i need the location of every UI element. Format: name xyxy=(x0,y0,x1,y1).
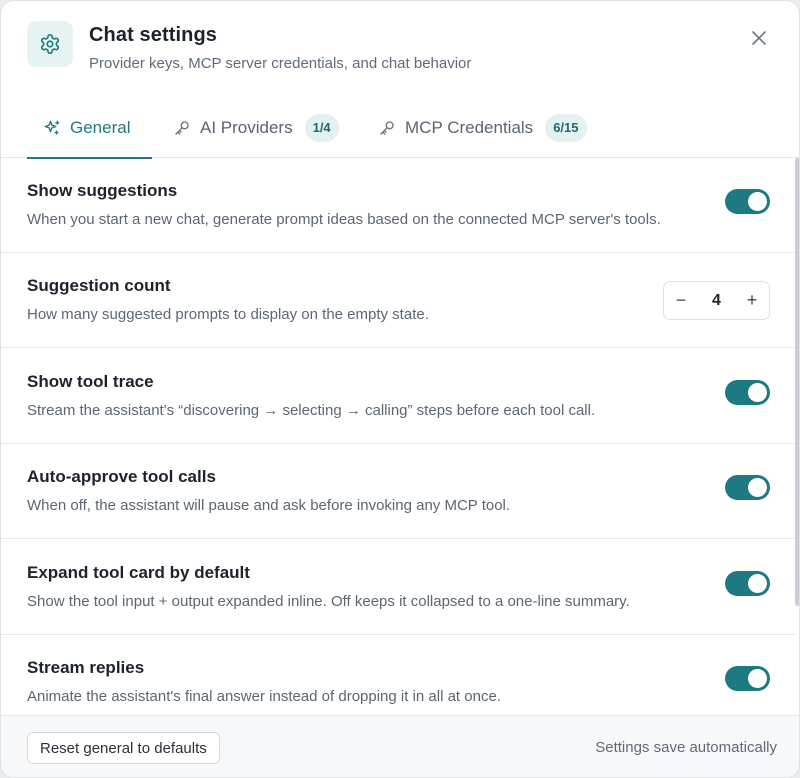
tab-ai-providers[interactable]: AI Providers 1/4 xyxy=(173,97,339,158)
dialog-footer: Reset general to defaults Settings save … xyxy=(1,715,799,777)
settings-tabs: General AI Providers 1/4 MCP Credentials… xyxy=(1,97,799,159)
setting-show-tool-trace: Show tool trace Stream the assistant's “… xyxy=(1,349,795,444)
setting-title: Auto-approve tool calls xyxy=(27,467,216,486)
dialog-header: Chat settings Provider keys, MCP server … xyxy=(1,1,799,93)
content-scrollbar[interactable] xyxy=(795,158,799,606)
setting-title: Suggestion count xyxy=(27,276,171,295)
key-icon xyxy=(378,119,396,137)
setting-description: When off, the assistant will pause and a… xyxy=(27,497,511,514)
setting-show-suggestions: Show suggestions When you start a new ch… xyxy=(1,158,795,253)
suggestion-count-value[interactable]: 4 xyxy=(698,292,735,310)
suggestion-count-stepper: − 4 + xyxy=(663,281,770,320)
key-icon xyxy=(173,119,191,137)
increment-button[interactable]: + xyxy=(735,282,769,319)
toggle-knob xyxy=(748,192,767,211)
setting-auto-approve: Auto-approve tool calls When off, the as… xyxy=(1,444,795,539)
close-icon[interactable] xyxy=(747,26,771,50)
auto-approve-toggle[interactable] xyxy=(725,475,770,500)
setting-description: Show the tool input + output expanded in… xyxy=(27,593,630,610)
show-suggestions-toggle[interactable] xyxy=(725,189,770,214)
toggle-knob xyxy=(748,574,767,593)
chat-settings-dialog: Chat settings Provider keys, MCP server … xyxy=(0,0,800,778)
setting-expand-tool-card: Expand tool card by default Show the too… xyxy=(1,540,795,635)
settings-content: Show suggestions When you start a new ch… xyxy=(1,158,799,715)
gear-icon xyxy=(27,21,73,67)
tab-ai-providers-label: AI Providers xyxy=(200,117,293,137)
reset-general-button[interactable]: Reset general to defaults xyxy=(27,732,220,764)
setting-description: When you start a new chat, generate prom… xyxy=(27,211,661,228)
setting-title: Show suggestions xyxy=(27,181,178,200)
setting-description: Animate the assistant's final answer ins… xyxy=(27,688,501,705)
sparkles-icon xyxy=(43,119,61,137)
mcp-credentials-count-badge: 6/15 xyxy=(545,113,587,142)
autosave-status: Settings save automatically xyxy=(595,739,777,756)
setting-title: Expand tool card by default xyxy=(27,563,250,582)
tab-mcp-credentials[interactable]: MCP Credentials 6/15 xyxy=(378,97,587,158)
setting-title: Stream replies xyxy=(27,658,145,677)
dialog-subtitle: Provider keys, MCP server credentials, a… xyxy=(89,55,472,72)
toggle-knob xyxy=(748,478,767,497)
toggle-knob xyxy=(748,383,767,402)
stream-replies-toggle[interactable] xyxy=(725,666,770,691)
setting-description: How many suggested prompts to display on… xyxy=(27,306,429,323)
tab-general[interactable]: General xyxy=(27,97,152,159)
setting-title: Show tool trace xyxy=(27,372,154,391)
expand-tool-card-toggle[interactable] xyxy=(725,571,770,596)
setting-stream-replies: Stream replies Animate the assistant's f… xyxy=(1,635,795,715)
show-tool-trace-toggle[interactable] xyxy=(725,380,770,405)
toggle-knob xyxy=(748,669,767,688)
tab-general-label: General xyxy=(70,117,131,137)
tab-mcp-credentials-label: MCP Credentials xyxy=(405,117,534,137)
setting-description: Stream the assistant's “discovering → se… xyxy=(27,402,596,419)
ai-providers-count-badge: 1/4 xyxy=(304,113,339,142)
decrement-button[interactable]: − xyxy=(664,282,698,319)
dialog-title: Chat settings xyxy=(89,24,217,46)
